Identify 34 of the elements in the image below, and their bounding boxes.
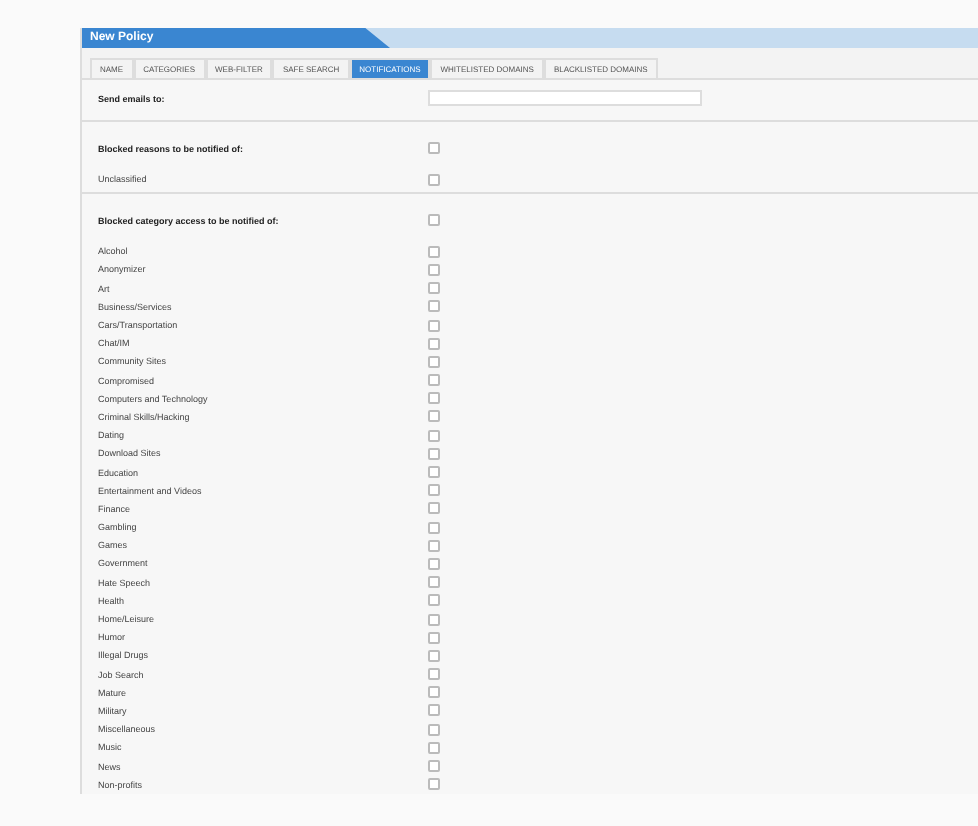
checkbox[interactable] bbox=[428, 557, 440, 570]
checkbox[interactable] bbox=[428, 594, 440, 607]
checkbox[interactable] bbox=[428, 447, 440, 460]
checkbox[interactable] bbox=[428, 539, 440, 552]
checkbox[interactable] bbox=[428, 214, 440, 227]
checkbox[interactable] bbox=[428, 741, 440, 754]
checkbox[interactable] bbox=[428, 263, 440, 276]
checkbox[interactable] bbox=[428, 337, 440, 350]
checkbox[interactable] bbox=[428, 142, 440, 154]
checkbox[interactable] bbox=[428, 484, 440, 497]
checkbox[interactable] bbox=[428, 429, 440, 442]
checkbox[interactable] bbox=[428, 778, 440, 791]
checkbox[interactable] bbox=[428, 410, 440, 423]
checkbox[interactable] bbox=[428, 760, 440, 773]
checkbox[interactable] bbox=[428, 300, 440, 313]
checkbox[interactable] bbox=[428, 374, 440, 387]
checkbox[interactable] bbox=[428, 613, 440, 626]
checkbox[interactable] bbox=[428, 576, 440, 589]
checkbox[interactable] bbox=[428, 704, 440, 717]
checkbox[interactable] bbox=[428, 245, 440, 258]
checkbox[interactable] bbox=[428, 631, 440, 644]
checkbox[interactable] bbox=[428, 319, 440, 332]
checkbox[interactable] bbox=[428, 686, 440, 699]
checkbox[interactable] bbox=[428, 392, 440, 405]
checkbox[interactable] bbox=[428, 173, 440, 186]
checkbox[interactable] bbox=[428, 355, 440, 368]
checkbox[interactable] bbox=[428, 649, 440, 662]
checkbox[interactable] bbox=[428, 723, 440, 736]
checkbox[interactable] bbox=[428, 466, 440, 479]
checkbox[interactable] bbox=[428, 502, 440, 515]
checkbox[interactable] bbox=[428, 668, 440, 681]
checkbox[interactable] bbox=[428, 521, 440, 534]
email-field[interactable] bbox=[428, 90, 702, 106]
checkbox[interactable] bbox=[428, 282, 440, 295]
